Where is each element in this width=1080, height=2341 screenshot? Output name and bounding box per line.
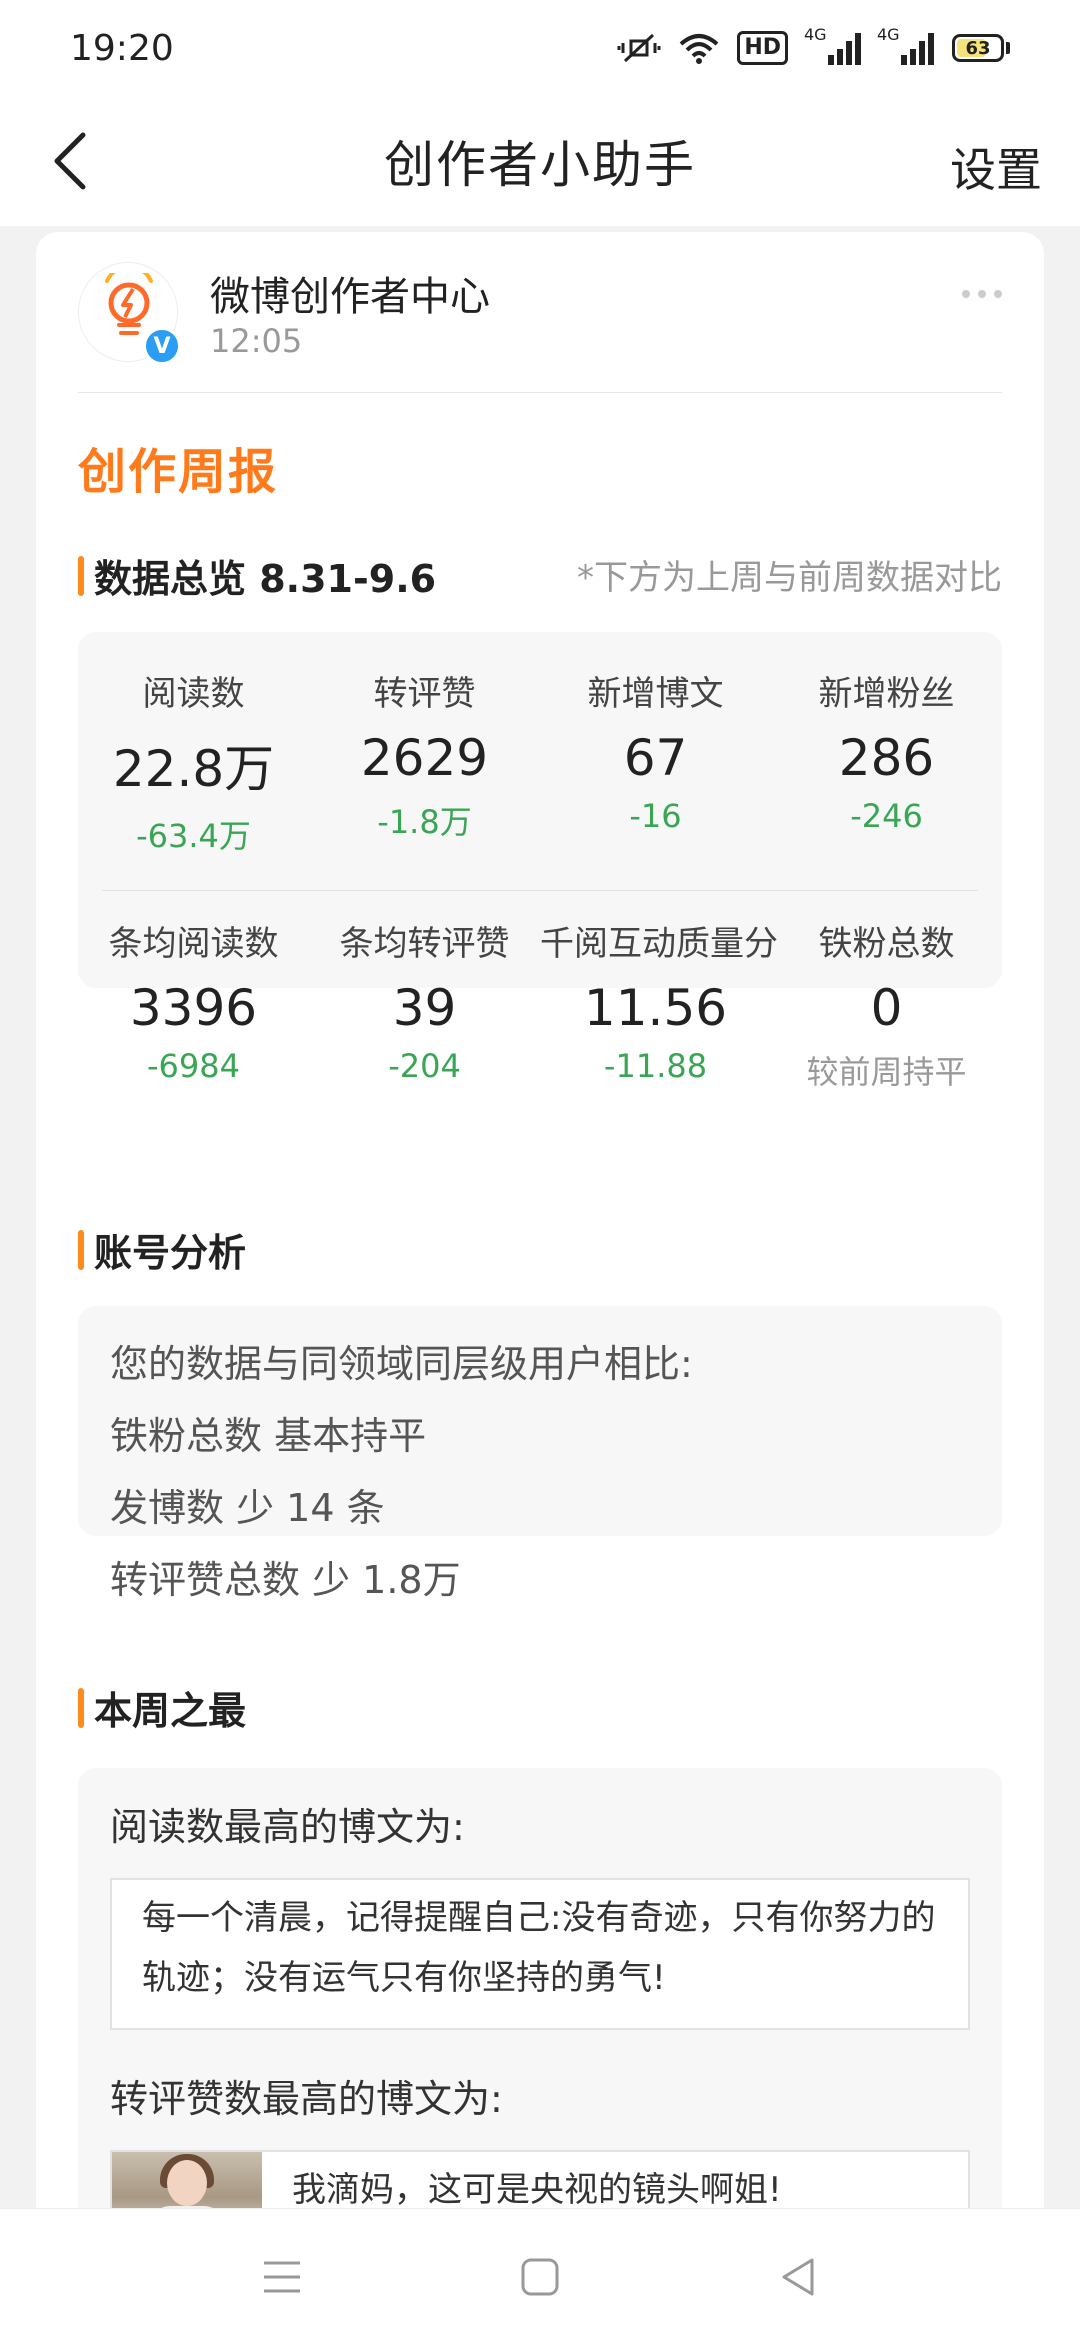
analysis-line: 转评赞总数 少 1.8万 xyxy=(110,1558,461,1602)
analysis-heading: 账号分析 xyxy=(78,1222,246,1277)
nav-bar: 创作者小助手 设置 xyxy=(0,96,1080,226)
top-read-post[interactable]: 每一个清晨，记得提醒自己:没有奇迹，只有你努力的轨迹；没有运气只有你坚持的勇气! xyxy=(110,1878,970,2030)
section-marker xyxy=(78,1687,84,1728)
page-title: 创作者小助手 xyxy=(384,136,696,194)
stat-new-posts: 新增博文 67 -16 xyxy=(587,674,724,835)
hd-icon: HD xyxy=(737,31,788,65)
best-panel: 阅读数最高的博文为: 每一个清晨，记得提醒自己:没有奇迹，只有你努力的轨迹；没有… xyxy=(78,1768,1002,2232)
analysis-line: 发博数 少 14 条 xyxy=(110,1486,385,1530)
stat-new-fans: 新增粉丝 286 -246 xyxy=(818,674,955,835)
stats-divider xyxy=(102,890,978,891)
stat-iron-fans: 铁粉总数 0 较前周持平 xyxy=(806,924,967,1091)
overview-note: *下方为上周与前周数据对比 xyxy=(577,558,1002,598)
stat-reads: 阅读数 22.8万 -63.4万 xyxy=(112,674,275,855)
battery-icon: 63 xyxy=(952,34,1010,62)
back-nav-button[interactable] xyxy=(768,2247,828,2307)
analysis-panel: 您的数据与同领域同层级用户相比: 铁粉总数 基本持平 发博数 少 14 条 转评… xyxy=(78,1306,1002,1602)
best-heading-text: 本周之最 xyxy=(94,1689,247,1733)
verified-badge-icon: V xyxy=(143,327,181,365)
status-icons: HD 4G 4G 63 xyxy=(617,25,1010,65)
mute-vibrate-icon xyxy=(617,31,661,65)
message-time: 12:05 xyxy=(210,322,303,360)
best-heading: 本周之最 xyxy=(78,1680,246,1735)
signal-icon-2: 4G xyxy=(877,25,934,65)
home-square-icon xyxy=(521,2258,559,2296)
weekly-report-card: V 微博创作者中心 12:05 创作周报 数据总览 8.31-9.6 *下方为上… xyxy=(36,232,1044,2232)
analysis-line: 您的数据与同领域同层级用户相比: xyxy=(110,1342,693,1386)
status-time: 19:20 xyxy=(70,27,174,69)
analysis-heading-text: 账号分析 xyxy=(94,1231,247,1275)
menu-button[interactable] xyxy=(252,2247,312,2307)
stat-quality-score: 千阅互动质量分 11.56 -11.88 xyxy=(540,924,778,1085)
stat-avg-interactions: 条均转评赞 39 -204 xyxy=(339,924,510,1085)
back-button[interactable] xyxy=(36,126,106,196)
stat-avg-reads: 条均阅读数 3396 -6984 xyxy=(108,924,279,1085)
account-header: V 微博创作者中心 12:05 xyxy=(78,262,1002,365)
report-title: 创作周报 xyxy=(78,444,279,500)
avatar[interactable]: V xyxy=(78,262,181,365)
top-read-label: 阅读数最高的博文为: xyxy=(110,1805,465,1849)
analysis-line: 铁粉总数 基本持平 xyxy=(110,1414,427,1458)
system-nav-bar xyxy=(0,2208,1080,2341)
menu-icon xyxy=(264,2261,300,2293)
overview-heading: 数据总览 8.31-9.6 xyxy=(78,548,436,603)
stat-interactions: 转评赞 2629 -1.8万 xyxy=(360,674,489,841)
back-triangle-icon xyxy=(782,2258,814,2296)
status-bar: 19:20 HD 4G 4G 63 xyxy=(0,0,1080,96)
top-interact-label: 转评赞数最高的博文为: xyxy=(110,2077,503,2121)
account-name[interactable]: 微博创作者中心 xyxy=(210,264,490,322)
signal-icon-1: 4G xyxy=(804,25,861,65)
top-read-post-text: 每一个清晨，记得提醒自己:没有奇迹，只有你努力的轨迹；没有运气只有你坚持的勇气! xyxy=(142,1898,936,1998)
section-marker xyxy=(78,1229,84,1270)
battery-level: 63 xyxy=(965,37,991,59)
back-arrow-icon xyxy=(54,132,86,190)
settings-button[interactable]: 设置 xyxy=(950,134,1042,200)
wifi-icon xyxy=(679,32,719,64)
divider xyxy=(78,392,1002,393)
section-marker xyxy=(78,555,84,596)
more-options-icon[interactable] xyxy=(962,290,1002,298)
overview-heading-text: 数据总览 8.31-9.6 xyxy=(94,557,437,601)
home-button[interactable] xyxy=(510,2247,570,2307)
stats-panel: 阅读数 22.8万 -63.4万 转评赞 2629 -1.8万 新增博文 67 … xyxy=(78,632,1002,1091)
